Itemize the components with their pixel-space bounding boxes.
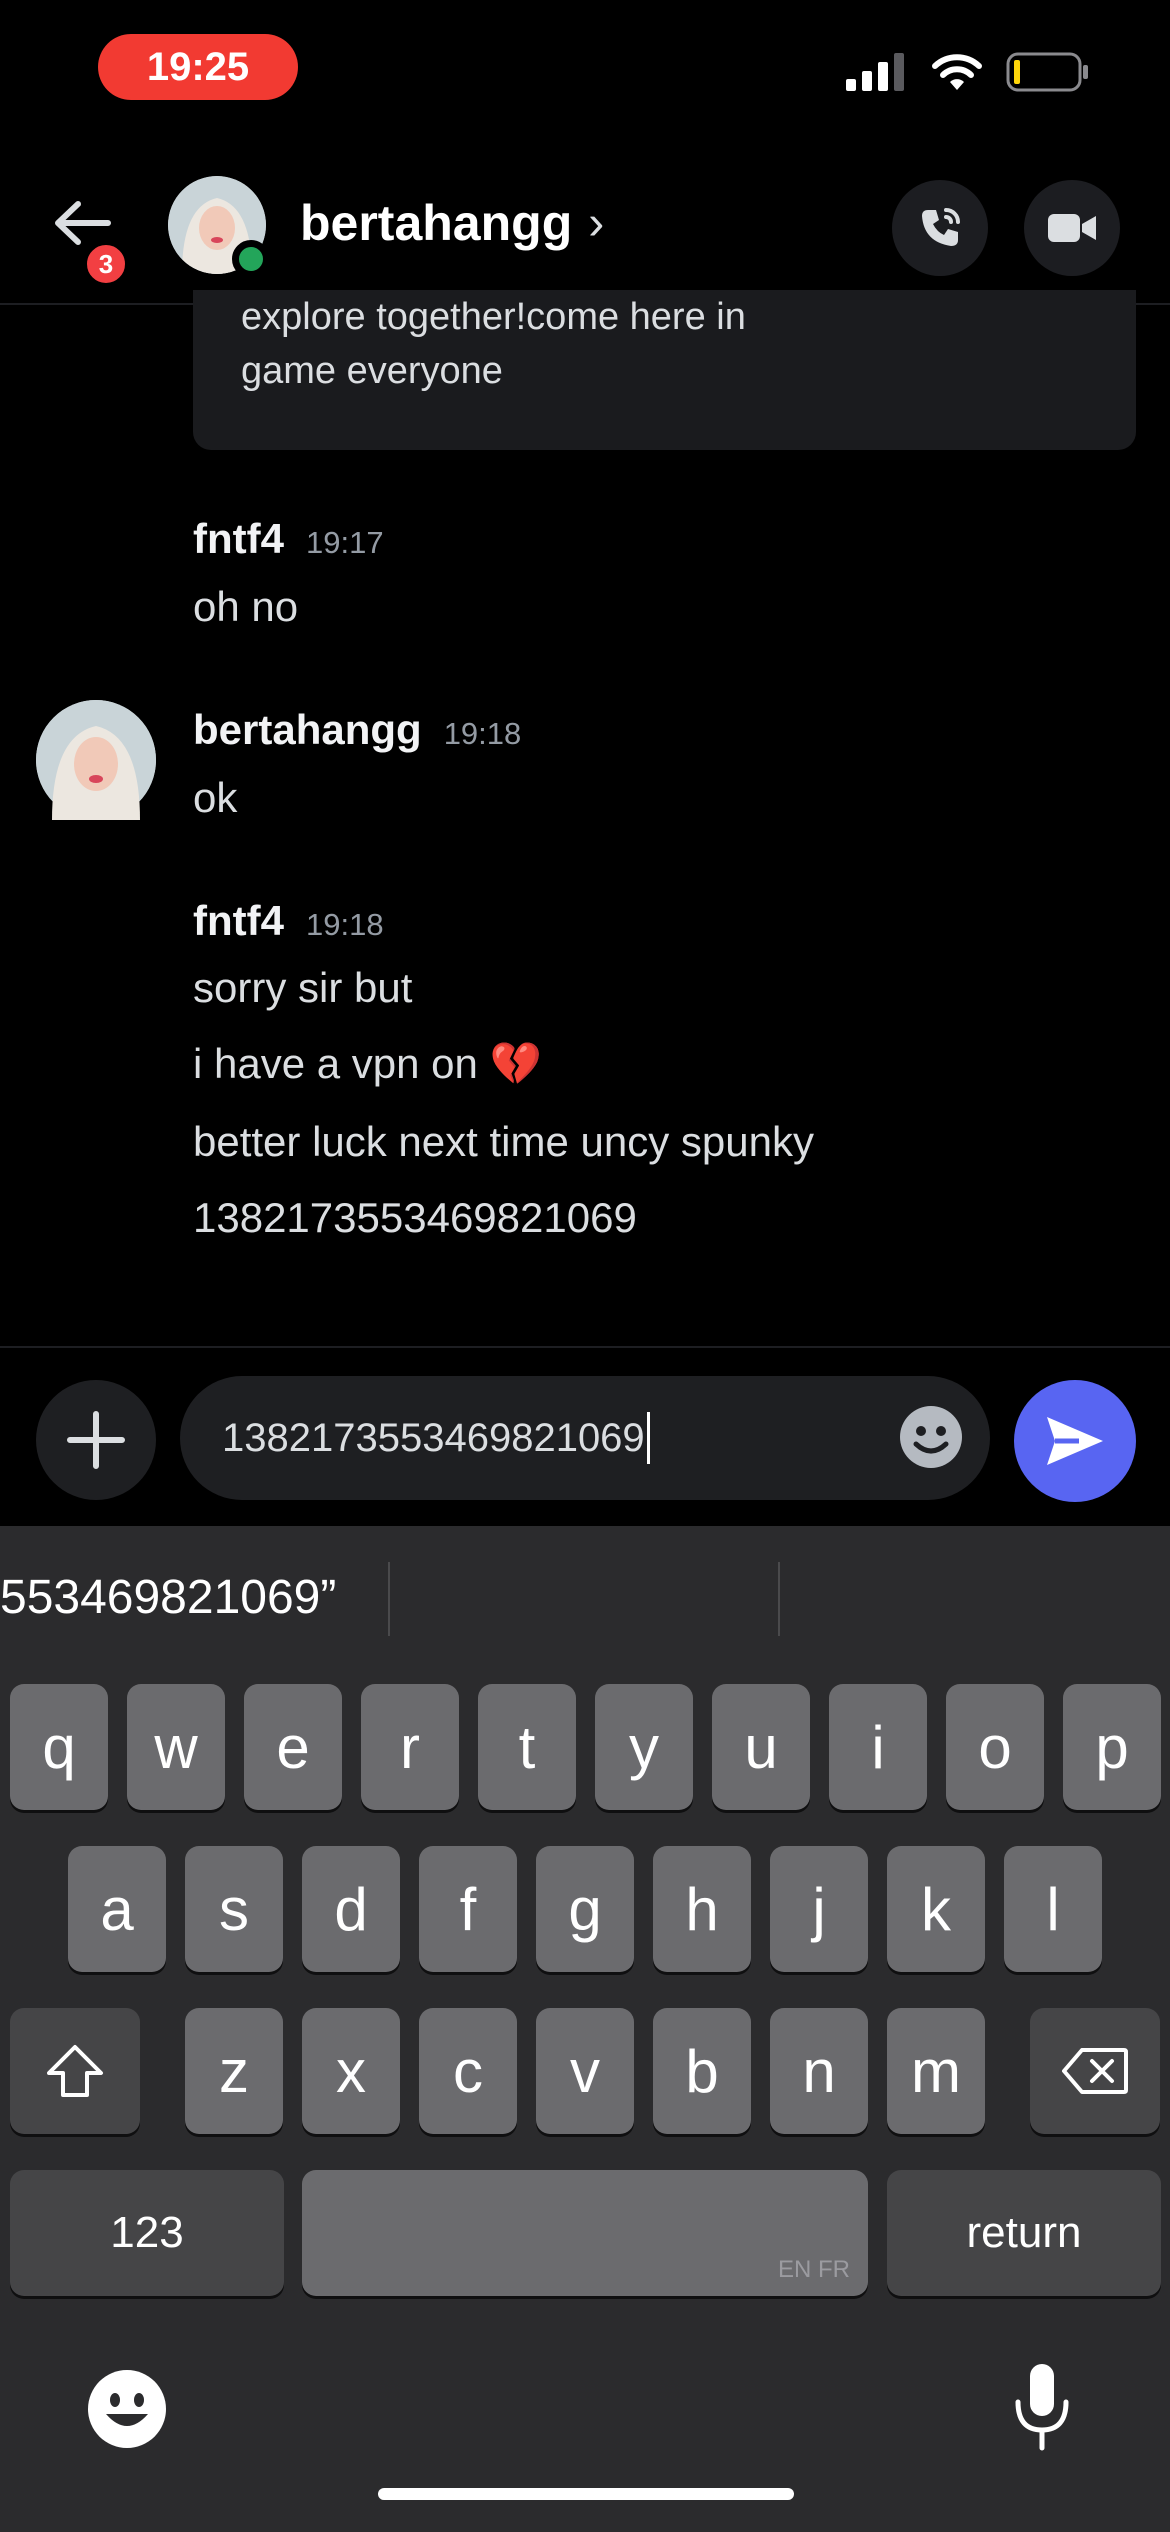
numbers-key[interactable]: 123 <box>10 2170 284 2296</box>
message-text: 1382173553469821069 <box>193 1194 637 1241</box>
video-camera-icon <box>1048 214 1096 242</box>
message-composer: 1382173553469821069 <box>0 1346 1170 1526</box>
key-c[interactable]: c <box>419 2008 517 2134</box>
chevron-right-icon: › <box>588 196 605 250</box>
message-input[interactable]: 1382173553469821069 <box>180 1376 990 1500</box>
key-z[interactable]: z <box>185 2008 283 2134</box>
attach-button[interactable] <box>36 1380 156 1500</box>
key-n[interactable]: n <box>770 2008 868 2134</box>
delete-key[interactable] <box>1030 2008 1160 2134</box>
status-icons <box>846 52 1090 92</box>
voice-call-button[interactable] <box>892 180 988 276</box>
wifi-icon <box>932 54 982 90</box>
video-call-button[interactable] <box>1024 180 1120 276</box>
emoji-icon[interactable] <box>898 1404 964 1470</box>
plus-icon <box>67 1411 125 1469</box>
message-text: i have a vpn on 💔 <box>193 1040 542 1087</box>
key-k[interactable]: k <box>887 1846 985 1972</box>
key-u[interactable]: u <box>712 1684 810 1810</box>
key-v[interactable]: v <box>536 2008 634 2134</box>
key-m[interactable]: m <box>887 2008 985 2134</box>
key-a[interactable]: a <box>68 1846 166 1972</box>
message-header: fntf4 19:17 <box>193 515 384 563</box>
send-button[interactable] <box>1014 1380 1136 1502</box>
user-photo <box>36 700 156 820</box>
message-text: ok <box>193 774 238 821</box>
key-x[interactable]: x <box>302 2008 400 2134</box>
message-timestamp: 19:18 <box>305 907 384 942</box>
battery-icon <box>1006 52 1088 92</box>
message-author[interactable]: fntf4 <box>193 897 284 944</box>
embed-line: explore together!come here in <box>241 296 746 338</box>
key-i[interactable]: i <box>829 1684 927 1810</box>
signal-icon <box>846 53 904 91</box>
keyboard: 553469821069” q w e r t y u i o p a s d … <box>0 1526 1170 2532</box>
send-arrow-icon <box>1047 1417 1103 1465</box>
key-e[interactable]: e <box>244 1684 342 1810</box>
unread-badge: 3 <box>82 240 130 288</box>
key-b[interactable]: b <box>653 2008 751 2134</box>
username-label: bertahangg <box>300 195 573 251</box>
key-p[interactable]: p <box>1063 1684 1161 1810</box>
key-d[interactable]: d <box>302 1846 400 1972</box>
message-text: oh no <box>193 583 299 630</box>
suggestion-divider <box>778 1562 780 1636</box>
channel-title[interactable]: bertahangg › <box>300 194 604 252</box>
suggestion-bar: 553469821069” <box>0 1526 1170 1676</box>
key-q[interactable]: q <box>10 1684 108 1810</box>
key-f[interactable]: f <box>419 1846 517 1972</box>
message-input-text: 1382173553469821069 <box>222 1412 650 1464</box>
key-y[interactable]: y <box>595 1684 693 1810</box>
key-o[interactable]: o <box>946 1684 1044 1810</box>
message-text: sorry sir but <box>193 964 413 1011</box>
language-indicator: EN FR <box>778 2256 850 2283</box>
key-g[interactable]: g <box>536 1846 634 1972</box>
key-j[interactable]: j <box>770 1846 868 1972</box>
message-timestamp: 19:18 <box>443 716 522 751</box>
message-author[interactable]: fntf4 <box>193 515 284 562</box>
space-key[interactable]: EN FR <box>302 2170 868 2296</box>
key-r[interactable]: r <box>361 1684 459 1810</box>
avatar[interactable] <box>36 700 156 820</box>
phone-icon <box>922 208 960 246</box>
message-timestamp: 19:17 <box>305 525 384 560</box>
home-indicator[interactable] <box>378 2488 794 2500</box>
message-header: bertahangg 19:18 <box>193 706 521 754</box>
backspace-icon <box>1062 2048 1128 2094</box>
key-h[interactable]: h <box>653 1846 751 1972</box>
invite-embed-card[interactable]: explore together!come here in game every… <box>193 290 1136 450</box>
shift-key[interactable] <box>10 2008 140 2134</box>
message-text: better luck next time uncy spunky <box>193 1118 814 1165</box>
emoji-keyboard-icon[interactable] <box>86 2368 168 2450</box>
chat-header: 3 bertahangg › <box>0 160 1170 305</box>
suggestion-divider <box>388 1562 390 1636</box>
key-s[interactable]: s <box>185 1846 283 1972</box>
message-header: fntf4 19:18 <box>193 897 384 945</box>
online-status-indicator <box>232 240 270 278</box>
suggestion-item[interactable]: 553469821069” <box>0 1570 336 1625</box>
return-key[interactable]: return <box>887 2170 1161 2296</box>
message-author[interactable]: bertahangg <box>193 706 422 753</box>
key-l[interactable]: l <box>1004 1846 1102 1972</box>
status-time: 19:25 <box>98 34 298 100</box>
shift-icon <box>47 2045 103 2097</box>
embed-description: explore together!come here in game every… <box>241 290 746 398</box>
key-w[interactable]: w <box>127 1684 225 1810</box>
microphone-icon[interactable] <box>1010 2362 1074 2454</box>
key-t[interactable]: t <box>478 1684 576 1810</box>
embed-line: game everyone <box>241 350 503 392</box>
